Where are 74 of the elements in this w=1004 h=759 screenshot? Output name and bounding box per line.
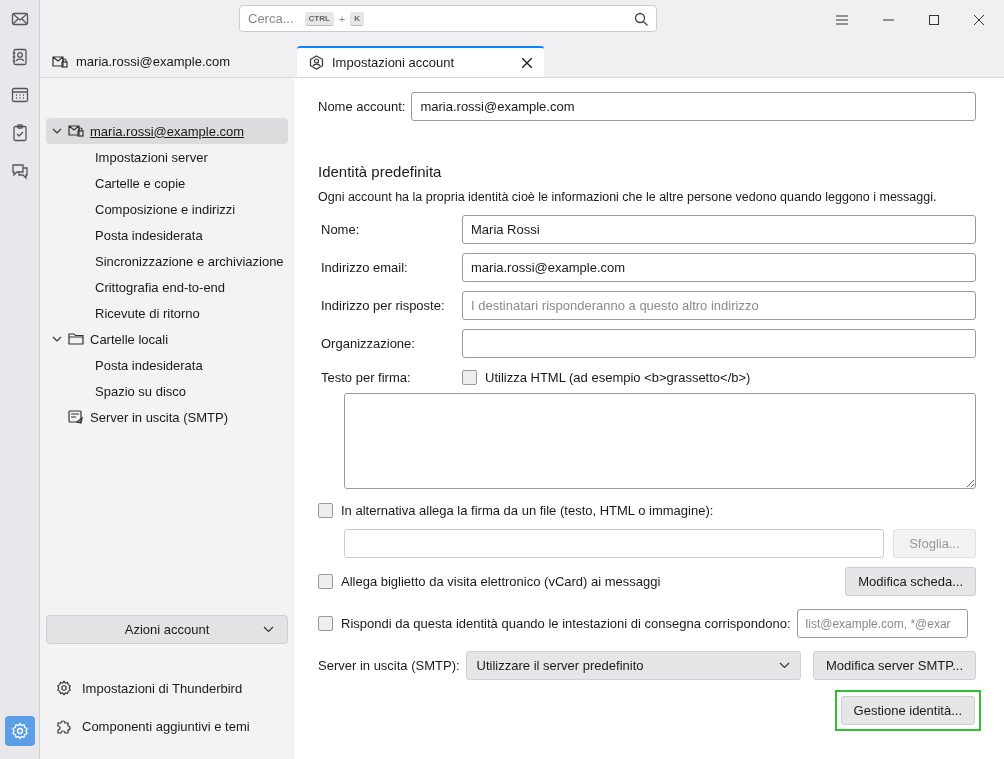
signature-text-area[interactable]	[344, 393, 976, 489]
field-label: Server in uscita (SMTP):	[318, 658, 460, 673]
checkbox[interactable]	[318, 503, 333, 518]
search-placeholder: Cerca...	[248, 11, 294, 26]
account-actions-button[interactable]: Azioni account	[46, 615, 288, 644]
checkbox-label: In alternativa allega la firma da un file (testo, HTML o immagine):	[341, 503, 714, 518]
envelope-lock-icon	[68, 124, 84, 138]
edit-smtp-button[interactable]: Modifica server SMTP...	[812, 651, 976, 680]
tree-item[interactable]: Impostazioni server	[46, 144, 288, 170]
input-field[interactable]: I destinatari risponderanno a questo altro indirizzo	[462, 291, 976, 320]
checkbox[interactable]	[318, 616, 333, 631]
settings-icon	[56, 680, 72, 696]
chevron-icon[interactable]	[52, 126, 62, 136]
tab[interactable]: Impostazioni account	[297, 46, 544, 77]
tree-item[interactable]: Crittografia end-to-end	[46, 274, 288, 300]
input-field[interactable]: Maria Rossi	[462, 215, 976, 244]
key-joiner: +	[338, 12, 346, 25]
tree-item[interactable]: Ricevute di ritorno	[46, 300, 288, 326]
tab[interactable]: maria.rossi@example.com	[40, 46, 295, 77]
clipboard-check-icon	[10, 124, 29, 142]
section-heading: Identità predefinita	[318, 163, 443, 180]
smtp-server-dropdown[interactable]: Utilizzare il server predefinito	[465, 651, 801, 680]
tree-item[interactable]: maria.rossi@example.com	[46, 118, 288, 144]
account-name-field[interactable]: maria.rossi@example.com	[411, 92, 976, 121]
footer-link[interactable]: Componenti aggiuntivi e temi	[56, 717, 288, 735]
file-path-field[interactable]	[344, 529, 884, 558]
puzzle-piece-icon	[56, 718, 72, 734]
tree-item[interactable]: Cartelle e copie	[46, 170, 288, 196]
section-description: Ogni account ha la propria identità cioè le informazioni che le altre persone vedono quando leggono i messaggi.	[318, 190, 938, 204]
checkbox[interactable]	[462, 370, 477, 385]
keyboard-key: K	[350, 11, 365, 26]
tree-item[interactable]: Composizione e indirizzi	[46, 196, 288, 222]
manage-identities-button[interactable]: Gestione identità...	[840, 696, 975, 725]
user-badge-icon	[309, 55, 324, 70]
keyboard-key: CTRL	[304, 11, 334, 26]
field-label: Testo per firma:	[320, 370, 412, 385]
close-icon[interactable]	[522, 57, 532, 68]
field-label: Nome account:	[318, 99, 406, 114]
caret-icon	[263, 626, 274, 633]
chevron-icon[interactable]	[52, 334, 62, 344]
sidebar-app-button[interactable]	[4, 716, 35, 746]
chat-bubbles-icon	[10, 162, 29, 180]
checkbox-label: Rispondi da questa identità quando le intestazioni di consegna corrispondono:	[341, 616, 791, 631]
footer-link[interactable]: Impostazioni di Thunderbird	[56, 679, 288, 697]
checkbox-label: Utilizza HTML (ad esempio <b>grassetto</b>)	[485, 370, 751, 385]
search-icon	[634, 11, 648, 26]
checkbox[interactable]	[318, 574, 333, 589]
field-label: Indirizzo per risposte:	[320, 298, 446, 313]
address-book-icon	[10, 48, 29, 66]
calendar-icon	[10, 86, 29, 104]
tree-item[interactable]: Cartelle locali	[46, 326, 288, 352]
folder-icon	[68, 332, 84, 346]
input-field[interactable]	[462, 329, 976, 358]
field-label: Nome:	[320, 222, 361, 237]
field-label: Indirizzo email:	[320, 260, 409, 275]
tree-item[interactable]: Server in uscita (SMTP)	[46, 404, 288, 430]
tree-item[interactable]: Posta indesiderata	[46, 222, 288, 248]
tree-item[interactable]: Posta indesiderata	[46, 352, 288, 378]
input-field[interactable]: list@example.com, *@exar	[796, 609, 968, 638]
menu-icon[interactable]	[836, 15, 848, 25]
tree-item[interactable]: Sincronizzazione e archiviazione	[46, 248, 288, 274]
envelope-icon	[10, 10, 29, 28]
edit-card-button[interactable]: Modifica scheda...	[845, 567, 976, 596]
outbox-icon	[68, 410, 84, 424]
input-field[interactable]: maria.rossi@example.com	[462, 253, 976, 282]
settings-icon	[10, 722, 29, 740]
tree-item[interactable]: Spazio su disco	[46, 378, 288, 404]
caret-icon	[778, 662, 790, 669]
maximize-icon[interactable]	[929, 15, 939, 25]
envelope-lock-icon	[52, 54, 68, 69]
checkbox-label: Allega biglietto da visita elettronico (vCard) ai messaggi	[341, 574, 662, 589]
close-icon[interactable]	[974, 15, 984, 25]
field-label: Organizzazione:	[320, 336, 416, 351]
search-field[interactable]: Cerca... CTRL + K	[239, 5, 657, 32]
